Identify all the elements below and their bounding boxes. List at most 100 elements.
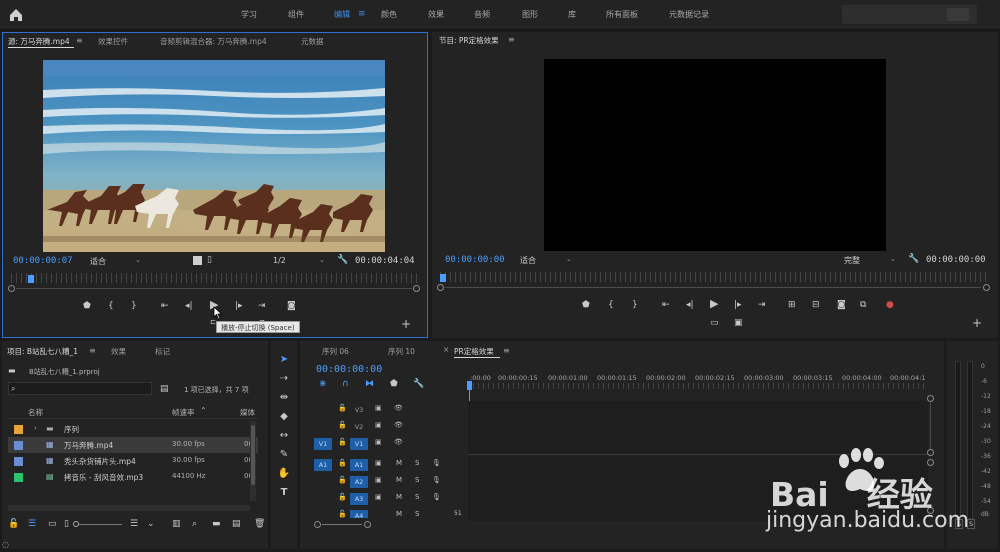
lock-icon[interactable]: 🔓 (338, 421, 347, 429)
export-frame-icon[interactable]: ◙ (287, 301, 296, 311)
mute-button[interactable]: M (396, 493, 402, 501)
tab-sequence-06[interactable]: 序列 06 (322, 346, 349, 357)
workspace-tab-color[interactable]: 颜色 (381, 9, 397, 20)
mute-button[interactable]: M (396, 510, 402, 518)
new-bin-icon[interactable]: ▬ (212, 519, 221, 529)
zoom-handle-left[interactable] (8, 285, 15, 292)
eye-icon[interactable]: 👁 (394, 421, 403, 429)
tab-markers[interactable]: 标记 (155, 346, 170, 357)
add-marker-icon[interactable]: ⬟ (582, 300, 590, 310)
ripple-edit-tool-icon[interactable]: ⇹ (276, 392, 292, 406)
solo-button[interactable]: S (415, 476, 419, 484)
lock-icon[interactable]: 🔓 (338, 476, 347, 484)
sync-lock-icon[interactable]: ▣ (375, 404, 382, 412)
workspace-tab-graphics[interactable]: 图形 (522, 9, 538, 20)
tab-pr-freeze[interactable]: PR定格效果 (454, 346, 494, 357)
lock-icon[interactable]: 🔓 (338, 459, 347, 467)
linked-selection-icon[interactable]: ⧓ (365, 379, 374, 389)
sync-lock-icon[interactable]: ▣ (375, 476, 382, 484)
wrench-icon[interactable]: 🔧 (337, 255, 348, 265)
eye-icon[interactable]: 👁 (394, 404, 403, 412)
zoom-scrollbar[interactable] (16, 288, 412, 289)
add-marker-icon[interactable]: ⬟ (83, 301, 91, 311)
timeline-playhead[interactable] (467, 381, 472, 390)
column-media[interactable]: 媒体 (240, 407, 255, 418)
search-box[interactable] (842, 5, 977, 24)
microphone-icon[interactable]: 🎙 (432, 476, 441, 484)
track-label[interactable]: A3 (350, 493, 368, 505)
tab-program[interactable]: 节目: PR定格效果 (439, 35, 499, 46)
play-icon[interactable]: ▶ (710, 298, 718, 309)
trash-icon[interactable]: 🗑 (254, 519, 265, 529)
vertical-scrollbar[interactable] (250, 421, 256, 501)
list-item[interactable]: ▦ 秃头杂货铺片头.mp4 30.00 fps 00 (8, 453, 258, 469)
list-item[interactable]: ▤ 拷音乐 - 刮风音效.mp3 44100 Hz 00 (8, 469, 258, 485)
tab-effect-controls[interactable]: 效果控件 (98, 36, 128, 47)
zoom-handle-right[interactable] (413, 285, 420, 292)
workspace-tab-effects[interactable]: 效果 (428, 9, 444, 20)
tab-menu-icon[interactable]: ≡ (89, 346, 96, 355)
microphone-icon[interactable]: 🎙 (432, 493, 441, 501)
microphone-icon[interactable]: 🎙 (432, 459, 441, 467)
home-icon[interactable] (6, 5, 26, 25)
zoom-handle-right[interactable] (364, 521, 371, 528)
automate-icon[interactable]: ▥ (172, 519, 181, 529)
zoom-handle-left[interactable] (314, 521, 321, 528)
go-to-out-icon[interactable]: ⇥ (758, 300, 766, 310)
nest-icon[interactable]: ⋇ (319, 379, 327, 389)
mark-in-icon[interactable]: { (608, 300, 614, 310)
track-label[interactable]: V1 (350, 438, 368, 450)
track-label[interactable]: A4 (350, 510, 368, 520)
chevron-right-icon[interactable]: › (34, 424, 37, 432)
program-time-ruler[interactable] (440, 272, 990, 282)
source-fit-dropdown[interactable]: 适合 (90, 256, 106, 267)
hand-tool-icon[interactable]: ✋ (276, 468, 292, 482)
mark-in-icon[interactable]: { (108, 301, 114, 311)
zoom-handle-left[interactable] (437, 284, 444, 291)
tab-effects[interactable]: 效果 (111, 346, 126, 357)
list-item[interactable]: › ▬ 序列 (8, 421, 258, 437)
solo-button[interactable]: S (415, 510, 419, 518)
sync-lock-icon[interactable]: ▣ (375, 493, 382, 501)
source-resolution-dropdown[interactable]: 1/2 (273, 256, 286, 265)
find-icon[interactable]: ⌕ (192, 519, 197, 529)
chevron-down-icon[interactable]: ⌄ (135, 256, 141, 264)
track-label[interactable]: V2 (350, 421, 368, 433)
solo-button[interactable]: S (415, 459, 419, 467)
add-marker-icon[interactable]: ⬟ (390, 379, 398, 389)
zoom-slider[interactable] (73, 521, 122, 527)
label-color-swatch[interactable] (14, 473, 23, 482)
workspace-tab-editing[interactable]: 编辑 (334, 9, 350, 20)
sync-lock-icon[interactable]: ▣ (375, 459, 382, 467)
lock-icon[interactable]: 🔓 (338, 404, 347, 412)
mark-out-icon[interactable]: } (632, 300, 638, 310)
vertical-zoom-handle-bottom[interactable] (927, 449, 934, 456)
lock-icon[interactable]: 🔓 (338, 438, 347, 446)
vertical-scrollbar[interactable] (930, 403, 931, 449)
timeline-timecode[interactable]: 00:00:00:00 (316, 364, 382, 375)
mute-button[interactable]: M (396, 476, 402, 484)
source-patch-a1[interactable]: A1 (314, 459, 332, 471)
sync-lock-icon[interactable]: ▣ (375, 438, 382, 446)
tab-project[interactable]: 项目: B站乱七八糟_1 (7, 346, 78, 357)
slip-tool-icon[interactable]: ↔ (276, 430, 292, 444)
source-playhead[interactable] (28, 275, 34, 283)
vertical-zoom-handle-top[interactable] (927, 395, 934, 402)
tab-source[interactable]: 源: 万马奔腾.mp4 (8, 36, 70, 47)
horizontal-scrollbar[interactable] (8, 505, 250, 511)
timeline-time-ruler[interactable] (468, 383, 928, 389)
lock-icon[interactable]: 🔓 (8, 519, 19, 529)
column-fps[interactable]: 帧速率 (172, 407, 195, 418)
workspace-menu-icon[interactable]: ≡ (358, 9, 366, 19)
add-button-icon[interactable]: + (972, 317, 982, 329)
track-select-tool-icon[interactable]: ⇢ (276, 373, 292, 387)
wrench-icon[interactable]: 🔧 (908, 254, 919, 264)
extract-icon[interactable]: ⊟ (812, 300, 820, 310)
record-icon[interactable]: ● (886, 300, 894, 310)
mark-out-icon[interactable]: } (131, 301, 137, 311)
chevron-down-icon[interactable]: ⌄ (566, 255, 572, 263)
step-back-icon[interactable]: ◂| (185, 301, 193, 311)
label-color-swatch[interactable] (14, 457, 23, 466)
vertical-zoom-handle-top[interactable] (927, 459, 934, 466)
sync-lock-icon[interactable]: ▣ (375, 421, 382, 429)
